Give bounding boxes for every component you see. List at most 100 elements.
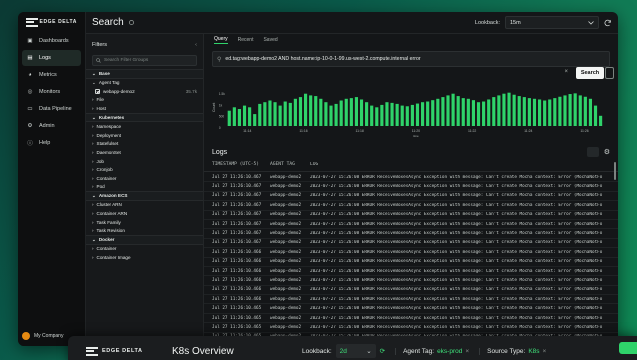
nav-item-metrics[interactable]: ◕ Metrics (22, 67, 81, 83)
overlay-action-button[interactable] (619, 342, 637, 354)
gear-icon[interactable]: ⚙ (604, 148, 610, 156)
clear-query-icon[interactable]: × (564, 69, 568, 75)
filter-facet[interactable]: › Namespace (86, 122, 203, 131)
nav-item-admin[interactable]: ⚙ Admin (22, 118, 81, 134)
logs-columns: TIMESTAMP (UTC-5) AGENT TAG LOG (204, 162, 618, 172)
left-nav: EDGE DELTA ▣ Dashboards ▤ Logs ◕ Metrics ◎ Moni… (18, 12, 86, 346)
org-switcher[interactable]: My Company (22, 332, 63, 340)
nav-item-data-pipeline[interactable]: ▭ Data Pipeline (22, 101, 81, 117)
tab-recent[interactable]: Recent (238, 37, 254, 43)
chevron-right-icon: › (92, 141, 94, 147)
filter-facet[interactable]: › Container ARN (86, 209, 203, 218)
close-icon[interactable]: × (543, 348, 547, 355)
filter-facet[interactable]: › Host (86, 104, 203, 113)
table-row[interactable]: Jul 27 11:26:10.467 webapp-demo2 2023-07-2… (204, 192, 618, 202)
filter-facet[interactable]: › Job (86, 157, 203, 166)
column-timestamp[interactable]: TIMESTAMP (UTC-5) (212, 162, 270, 171)
table-row[interactable]: Jul 27 11:26:10.467 webapp-demo2 2023-07-2… (204, 201, 618, 211)
cell-agent-tag: webapp-demo2 (270, 306, 302, 312)
refresh-icon[interactable]: ⟳ (380, 347, 385, 355)
nav-item-label: Data Pipeline (39, 106, 72, 112)
filter-facet[interactable]: › Pod (86, 183, 203, 192)
filter-facet[interactable]: › Task Revision (86, 226, 203, 235)
cell-timestamp: Jul 27 11:26:10.467 (212, 212, 262, 218)
table-row[interactable]: Jul 27 11:26:10.466 webapp-demo2 2023-07-2… (204, 248, 618, 258)
query-input[interactable]: ⚲ ed.tag:webapp-demo2 AND host.name:ip-1… (212, 51, 610, 67)
lookback: Lookback: 15m (475, 16, 612, 29)
table-row[interactable]: Jul 27 11:26:10.467 webapp-demo2 2023-07-2… (204, 211, 618, 220)
nav-item-label: Monitors (39, 89, 61, 95)
filter-facet[interactable]: › Task Family (86, 218, 203, 227)
table-row[interactable]: Jul 27 11:26:10.466 webapp-demo2 2023-07-2… (204, 286, 618, 296)
chart-bar (237, 109, 242, 126)
table-row[interactable]: Jul 27 11:26:10.466 webapp-demo2 2023-07-2… (204, 267, 618, 277)
agent-tag-chip[interactable]: Agent Tag: eks-prod × (395, 347, 469, 355)
chevron-down-icon: ⌄ (366, 348, 372, 355)
chevron-right-icon: › (92, 132, 94, 138)
table-row[interactable]: Jul 27 11:26:10.467 webapp-demo2 2023-07-2… (204, 182, 618, 192)
chart-bar (263, 102, 267, 126)
chart-bar (370, 105, 374, 126)
nav-item-dashboards[interactable]: ▣ Dashboards (22, 33, 81, 49)
table-row[interactable]: Jul 27 11:26:10.467 webapp-demo2 2023-07-2… (204, 229, 618, 239)
overlay-lookback-select[interactable]: 2d ⌄ (335, 344, 376, 358)
settings-icon[interactable] (128, 19, 135, 26)
column-log[interactable]: LOG (310, 162, 610, 171)
table-row[interactable]: Jul 27 11:26:10.466 webapp-demo2 2023-07-2… (204, 276, 618, 286)
close-icon[interactable]: × (465, 348, 469, 355)
cell-timestamp: Jul 27 11:26:10.467 (212, 231, 262, 237)
save-query-icon[interactable] (605, 67, 614, 79)
filter-facet[interactable]: › DaemonSet (86, 148, 203, 157)
filter-group[interactable]: ⌄ Amazon ECS (86, 191, 203, 201)
cell-log: 2023-07-27 15:26:08 ERROR ReceiveBoxesAs… (310, 296, 603, 302)
chart-bar (441, 97, 445, 126)
nav-item-label: Logs (39, 55, 51, 61)
filter-facet[interactable]: › Cronjob (86, 165, 203, 174)
cell-timestamp: Jul 27 11:26:10.467 (212, 221, 262, 227)
collapse-panel-icon[interactable]: ‹ (195, 42, 197, 48)
table-row[interactable]: Jul 27 11:26:10.467 webapp-demo2 2023-07-2… (204, 239, 618, 249)
table-row[interactable]: Jul 27 11:26:10.467 webapp-demo2 2023-07-2… (204, 173, 618, 183)
chevron-right-icon: › (92, 219, 94, 225)
table-row[interactable]: Jul 27 11:26:10.465 webapp-demo2 2023-07-2… (204, 314, 618, 324)
filter-facet[interactable]: › Container Image (86, 253, 203, 262)
overlay-lookback-label: Lookback: (302, 347, 332, 355)
logs-icon: ▤ (27, 55, 33, 61)
table-row[interactable]: Jul 27 11:26:10.467 webapp-demo2 2023-07-2… (204, 220, 618, 230)
nav-item-help[interactable]: ⓘ Help (22, 135, 81, 151)
table-row[interactable]: Jul 27 11:26:10.465 webapp-demo2 2023-07-2… (204, 304, 618, 314)
filter-group[interactable]: ⌄ Kubernetes (86, 112, 203, 123)
chart-bar (456, 96, 460, 126)
chevron-down-icon: ⌄ (92, 236, 96, 242)
table-row[interactable]: Jul 27 11:26:10.465 webapp-demo2 2023-07-2… (204, 323, 618, 333)
filter-facet[interactable]: › Container (86, 245, 203, 254)
nav-item-logs[interactable]: ▤ Logs (22, 50, 81, 66)
column-agent-tag[interactable]: AGENT TAG (270, 162, 310, 171)
filter-facet[interactable]: › Statefulset (86, 140, 203, 149)
nav-item-monitors[interactable]: ◎ Monitors (22, 84, 81, 100)
refresh-icon[interactable] (604, 19, 612, 27)
brand[interactable]: EDGE DELTA (18, 12, 85, 32)
lookback-select[interactable]: 15m (505, 16, 599, 29)
filter-facet[interactable]: › File (86, 96, 203, 105)
table-row[interactable]: Jul 27 11:26:10.466 webapp-demo2 2023-07-2… (204, 295, 618, 305)
filter-facet[interactable]: ⌄ Agent Tag (86, 79, 203, 88)
filter-group[interactable]: ⌄ Base (86, 69, 203, 79)
chevron-down-icon: ⌄ (92, 70, 96, 76)
tab-saved[interactable]: Saved (263, 37, 277, 43)
filter-facet[interactable]: › Container (86, 174, 203, 183)
cell-log: 2023-07-27 15:26:08 ERROR ReceiveBoxesAs… (310, 277, 603, 283)
filter-label: Kubernetes (98, 115, 125, 121)
filter-search-input[interactable]: Search Filter Groups (92, 55, 197, 66)
chart-bar (451, 93, 455, 126)
chart-toggle-icon[interactable] (586, 147, 599, 157)
filter-facet[interactable]: › Cluster ARN (86, 201, 203, 210)
filter-value-checkbox[interactable]: webapp-demo2 35.7k (86, 87, 203, 96)
overlay-lookback: Lookback: 2d ⌄ ⟳ (302, 344, 385, 358)
filter-facet[interactable]: › Deployment (86, 131, 203, 140)
source-type-chip[interactable]: Source Type: K8s × (479, 347, 547, 355)
search-button[interactable]: Search (576, 67, 604, 79)
table-row[interactable]: Jul 27 11:26:10.466 webapp-demo2 2023-07-2… (204, 258, 618, 267)
filter-group[interactable]: ⌄ Docker (86, 235, 203, 245)
tab-query[interactable]: Query (214, 36, 228, 44)
